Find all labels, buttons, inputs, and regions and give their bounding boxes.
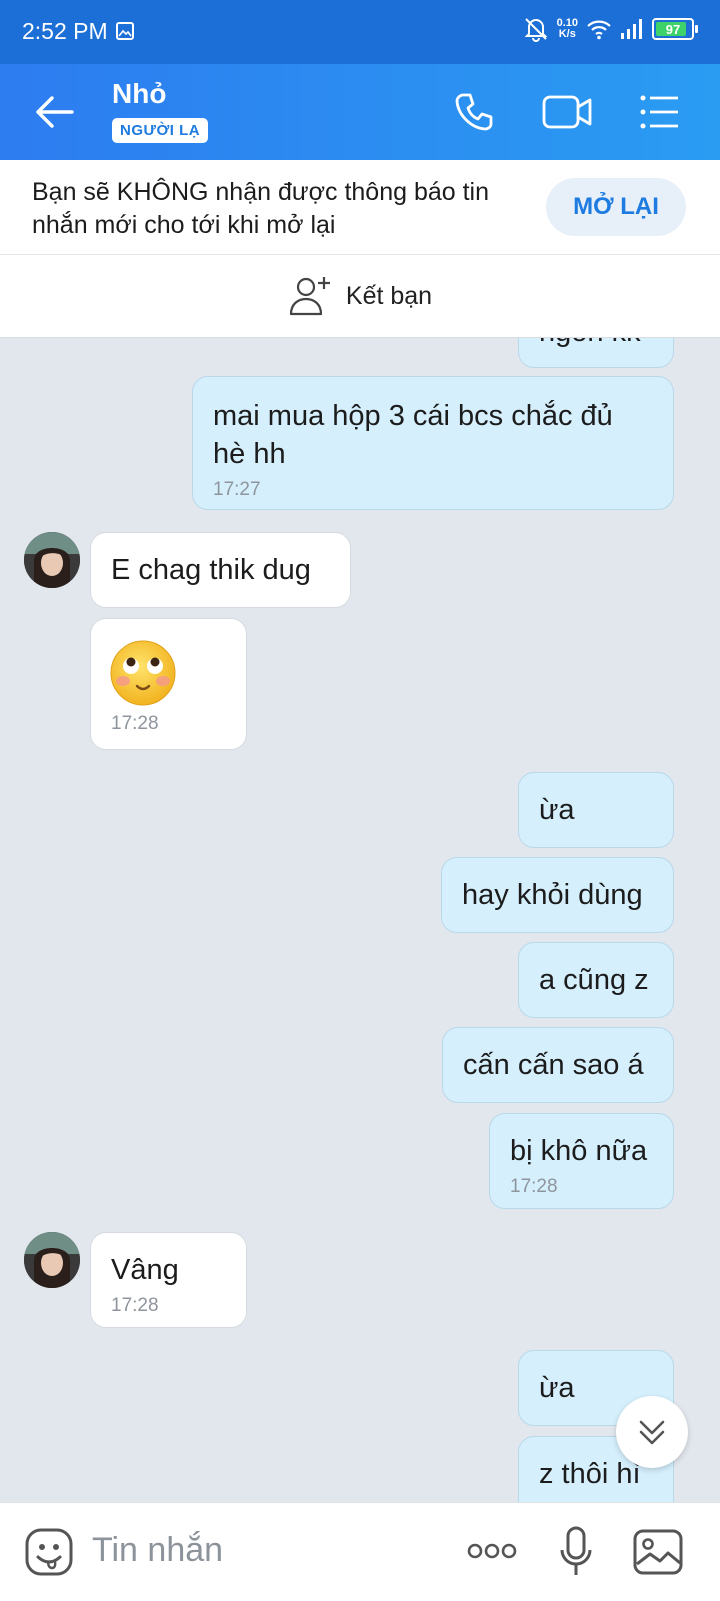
stranger-badge: NGƯỜI LẠ [112, 118, 209, 143]
status-time: 2:52 PM [22, 18, 108, 44]
add-friend-icon [289, 277, 330, 316]
add-friend-button[interactable]: Kết bạn [0, 255, 720, 338]
status-right: 0.10 K/s 97 [523, 16, 698, 42]
battery-indicator: 97 [652, 18, 698, 40]
add-friend-label: Kết bạn [345, 281, 433, 310]
phone-icon[interactable] [452, 90, 496, 134]
contact-avatar[interactable] [24, 1232, 80, 1288]
message-text: E chag thik dug [111, 554, 311, 586]
message-list[interactable]: ngon kk mai mua hộp 3 cái bcs chắc đủ hè… [0, 338, 720, 1502]
message-bubble-mine[interactable]: cấn cấn sao á [442, 1027, 674, 1103]
more-icon[interactable] [466, 1541, 518, 1561]
microphone-icon[interactable] [558, 1525, 594, 1579]
mute-bell-icon [524, 18, 547, 42]
scroll-to-bottom-button[interactable] [616, 1396, 688, 1468]
message-text: Vâng [111, 1254, 179, 1286]
mute-notice: Bạn sẽ KHÔNG nhận được thông báo tin nhắ… [0, 160, 720, 255]
message-bubble-mine[interactable]: bị khô nữa 17:28 [489, 1113, 674, 1209]
message-text: hay khỏi dùng [462, 879, 643, 911]
message-text: a cũng z [539, 964, 649, 996]
notice-text: Bạn sẽ KHÔNG nhận được thông báo tin nhắ… [32, 178, 490, 239]
message-time: 17:27 [213, 479, 261, 500]
net-speed: 0.10 K/s [557, 18, 578, 40]
contact-name[interactable]: Nhỏ [112, 78, 166, 110]
chat-header: Nhỏ NGƯỜI LẠ [0, 64, 720, 160]
message-bubble-mine[interactable]: a cũng z [518, 942, 674, 1018]
message-bubble-mine[interactable]: mai mua hộp 3 cái bcs chắc đủ hè hh 17:2… [192, 376, 674, 510]
message-text: ừa [539, 794, 575, 826]
battery-level: 97 [665, 21, 681, 37]
gallery-notification-icon [116, 22, 134, 40]
message-bubble-mine[interactable]: hay khỏi dùng [441, 857, 674, 933]
reopen-button[interactable]: MỞ LẠI [546, 178, 686, 236]
message-text: ngon kk [539, 338, 653, 351]
message-time: 17:28 [111, 1295, 159, 1316]
net-speed-unit: K/s [558, 28, 576, 40]
message-bubble-theirs[interactable]: Vâng 17:28 [90, 1232, 247, 1328]
message-bubble-mine[interactable]: ừa [518, 772, 674, 848]
scroll-down-icon [639, 1420, 665, 1445]
image-icon[interactable] [632, 1528, 684, 1576]
back-arrow-icon[interactable] [30, 92, 80, 132]
message-bubble-theirs[interactable]: 17:28 [90, 618, 247, 750]
contact-avatar[interactable] [24, 532, 80, 588]
blushing-face-emoji-icon [110, 640, 176, 706]
status-bar: 2:52 PM 0.10 K/s 97 [0, 0, 720, 64]
message-time: 17:28 [510, 1176, 558, 1197]
message-time: 17:28 [111, 713, 159, 734]
message-text: bị khô nữa [510, 1135, 648, 1167]
video-call-icon[interactable] [541, 90, 595, 134]
message-bubble-theirs[interactable]: E chag thik dug [90, 532, 351, 608]
signal-icon [621, 19, 642, 39]
menu-list-icon[interactable] [638, 90, 682, 134]
sticker-icon[interactable] [24, 1527, 74, 1577]
message-input[interactable]: Tin nhắn [92, 1531, 223, 1570]
wifi-icon [587, 20, 611, 40]
message-text: cấn cấn sao á [463, 1049, 644, 1081]
message-composer: Tin nhắn [0, 1502, 720, 1601]
message-text: mai mua hộp 3 cái bcs chắc đủ hè hh [213, 400, 613, 470]
message-bubble-mine[interactable]: ngon kk [518, 338, 674, 368]
